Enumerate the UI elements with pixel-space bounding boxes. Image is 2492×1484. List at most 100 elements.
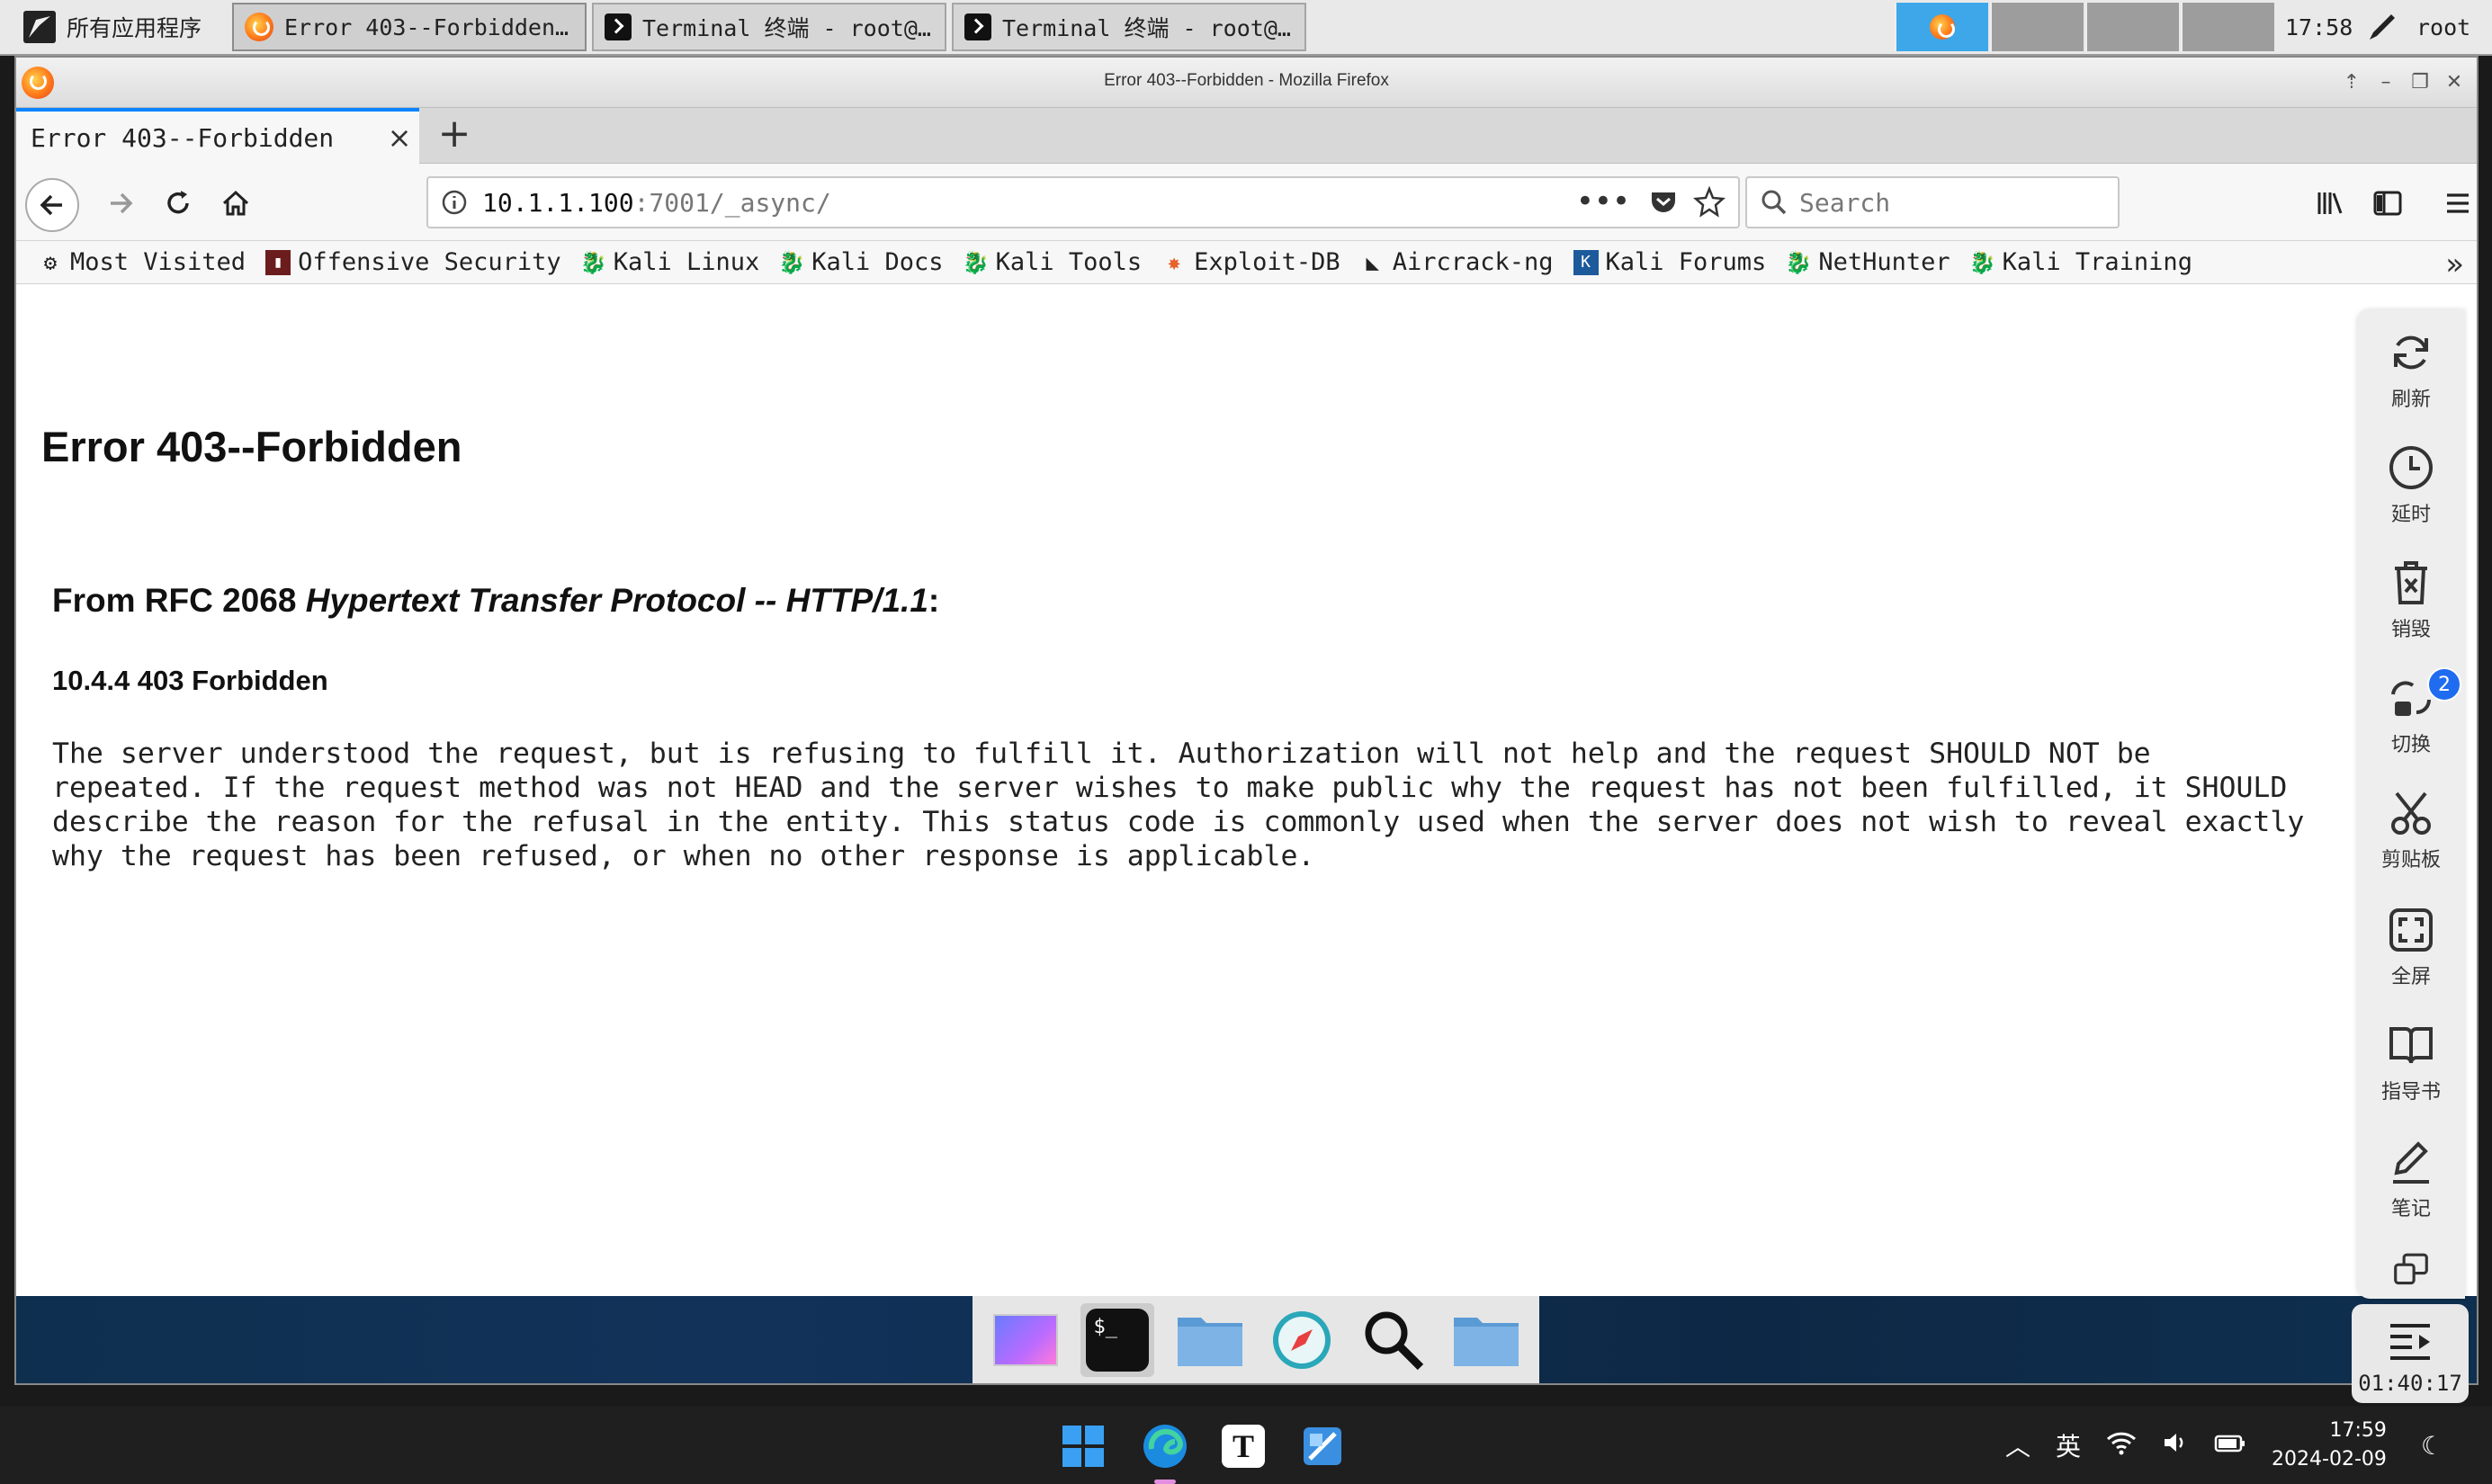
workspace-4[interactable] <box>2181 3 2274 51</box>
destroy-tool[interactable]: 销毁 <box>2357 558 2465 642</box>
workspace-preview-icon[interactable] <box>989 1303 1062 1377</box>
workspace-3[interactable] <box>2085 3 2179 51</box>
folder-icon[interactable] <box>1449 1303 1523 1377</box>
browser-compass-icon[interactable] <box>1265 1303 1339 1377</box>
bookmark-most-visited[interactable]: ⚙ Most Visited <box>38 248 246 276</box>
forward-button[interactable] <box>99 182 142 225</box>
session-timer[interactable]: 01:40:17 <box>2352 1304 2469 1403</box>
url-bar[interactable]: 10.1.1.100:7001/_async/ ••• <box>426 176 1740 228</box>
bookmark-kali-training[interactable]: 🐉 Kali Training <box>1968 248 2192 276</box>
chevron-up-icon[interactable]: ︿ <box>2005 1427 2030 1463</box>
battery-icon[interactable] <box>2214 1431 2246 1461</box>
workspace-2[interactable] <box>1990 3 2084 51</box>
terminal-icon <box>964 13 991 40</box>
new-tab-button[interactable]: + <box>432 113 477 158</box>
firefox-icon <box>245 13 273 41</box>
error-description: The server understood the request, but i… <box>52 738 2305 872</box>
applications-menu-label: 所有应用程序 <box>67 15 202 41</box>
kali-forums-icon: K <box>1573 249 1599 275</box>
fullscreen-icon <box>2389 908 2433 952</box>
clipboard-tool[interactable]: 剪贴板 <box>2357 788 2465 872</box>
window-title: Error 403--Forbidden - Mozilla Firefox <box>1104 71 1389 90</box>
help-tool[interactable] <box>2357 1252 2465 1292</box>
aircrack-icon: ◣ <box>1366 249 1379 275</box>
wifi-icon[interactable] <box>2106 1430 2137 1462</box>
bookmark-label: Kali Forums <box>1605 248 1767 276</box>
taskbar-date: 2024-02-09 <box>2272 1448 2387 1471</box>
info-icon[interactable] <box>441 189 468 216</box>
window-titlebar[interactable]: Error 403--Forbidden - Mozilla Firefox ⇡… <box>16 58 2477 108</box>
window-minimize-button[interactable]: – <box>2372 70 2399 95</box>
section-heading: 10.4.4 403 Forbidden <box>52 665 328 696</box>
refresh-icon <box>2394 335 2428 370</box>
fullscreen-tool[interactable]: 全屏 <box>2357 905 2465 989</box>
menu-button[interactable] <box>2436 182 2479 225</box>
bookmark-offensive-security[interactable]: ▮ Offensive Security <box>265 248 561 276</box>
bookmark-kali-docs[interactable]: 🐉 Kali Docs <box>778 248 943 276</box>
switch-badge: 2 <box>2427 667 2461 702</box>
remote-desktop-icon[interactable] <box>1295 1419 1349 1473</box>
rfc-heading: From RFC 2068 Hypertext Transfer Protoco… <box>52 582 939 620</box>
bookmark-kali-linux[interactable]: 🐉 Kali Linux <box>579 248 760 276</box>
workspace-1[interactable] <box>1895 3 1988 51</box>
book-icon <box>2389 1027 2433 1064</box>
library-icon <box>2317 192 2343 214</box>
task-label: Error 403--Forbidden - … <box>284 13 574 40</box>
folder-icon[interactable] <box>1173 1303 1247 1377</box>
hamburger-icon <box>2447 193 2469 213</box>
magnifier-icon[interactable] <box>1357 1303 1430 1377</box>
back-button[interactable] <box>25 178 79 232</box>
page-actions-icon[interactable]: ••• <box>1576 183 1630 219</box>
bookmark-label: Offensive Security <box>298 248 561 276</box>
gear-icon: ⚙ <box>43 249 58 275</box>
clock-icon <box>2389 446 2433 489</box>
scissors-icon <box>2391 791 2431 835</box>
search-input[interactable] <box>1799 187 2087 218</box>
kali-dragon-icon: 🐉 <box>1968 249 1996 275</box>
bookmarks-overflow-icon[interactable]: » <box>2445 246 2464 282</box>
bookmark-star-icon[interactable] <box>1693 186 1726 219</box>
reload-button[interactable] <box>157 182 200 225</box>
delay-tool[interactable]: 延时 <box>2357 443 2465 527</box>
switch-tool[interactable]: 切换 2 <box>2357 667 2465 757</box>
terminal-icon <box>605 13 632 40</box>
moon-icon[interactable]: ☾ <box>2421 1431 2443 1461</box>
bookmark-kali-tools[interactable]: 🐉 Kali Tools <box>963 248 1143 276</box>
bookmark-exploit-db[interactable]: ✸ Exploit-DB <box>1161 248 1340 276</box>
kali-dragon-icon: 🐉 <box>579 249 607 275</box>
panel-pen-icon[interactable] <box>2364 3 2400 51</box>
notes-tool[interactable]: 笔记 <box>2357 1137 2465 1221</box>
bookmark-label: Most Visited <box>70 248 247 276</box>
window-close-button[interactable]: ✕ <box>2441 70 2468 95</box>
typora-icon[interactable]: T <box>1216 1419 1270 1473</box>
refresh-tool[interactable]: 刷新 <box>2357 327 2465 412</box>
bookmark-aircrack-ng[interactable]: ◣ Aircrack-ng <box>1360 248 1553 276</box>
ime-indicator[interactable]: 英 <box>2056 1427 2081 1463</box>
search-box[interactable] <box>1745 176 2120 228</box>
pocket-icon[interactable] <box>1648 187 1679 218</box>
sidebar-toggle-button[interactable] <box>2366 182 2409 225</box>
panel-clock[interactable]: 17:58 <box>2285 3 2353 51</box>
home-button[interactable] <box>214 182 257 225</box>
tab-close-icon[interactable]: × <box>380 121 419 155</box>
library-button[interactable] <box>2308 182 2352 225</box>
tab-active[interactable]: Error 403--Forbidden × <box>16 108 419 164</box>
panel-user[interactable]: root <box>2416 3 2470 51</box>
terminal-dock-icon[interactable]: $_ <box>1080 1302 1155 1377</box>
bookmark-kali-forums[interactable]: K Kali Forums <box>1573 248 1767 276</box>
rfc-prefix: From RFC 2068 <box>52 582 306 619</box>
taskbar-clock[interactable]: 17:59 2024-02-09 <box>2272 1417 2387 1474</box>
guide-tool[interactable]: 指导书 <box>2357 1020 2465 1104</box>
window-shade-button[interactable]: ⇡ <box>2338 70 2365 95</box>
window-maximize-button[interactable]: ❐ <box>2407 70 2434 95</box>
kali-dragon-icon: 🐉 <box>778 249 806 275</box>
applications-menu[interactable]: 所有应用程序 <box>5 3 229 51</box>
task-firefox[interactable]: Error 403--Forbidden - … <box>232 3 587 51</box>
edge-browser-icon[interactable] <box>1138 1419 1192 1484</box>
windows-start-icon[interactable] <box>1056 1419 1110 1473</box>
task-terminal-2[interactable]: Terminal 终端 - root@ka… <box>952 3 1306 51</box>
task-terminal-1[interactable]: Terminal 终端 - root@ka… <box>592 3 946 51</box>
speaker-icon[interactable] <box>2162 1430 2189 1462</box>
bookmark-label: Kali Tools <box>995 248 1143 276</box>
bookmark-nethunter[interactable]: 🐉 NetHunter <box>1785 248 1950 276</box>
